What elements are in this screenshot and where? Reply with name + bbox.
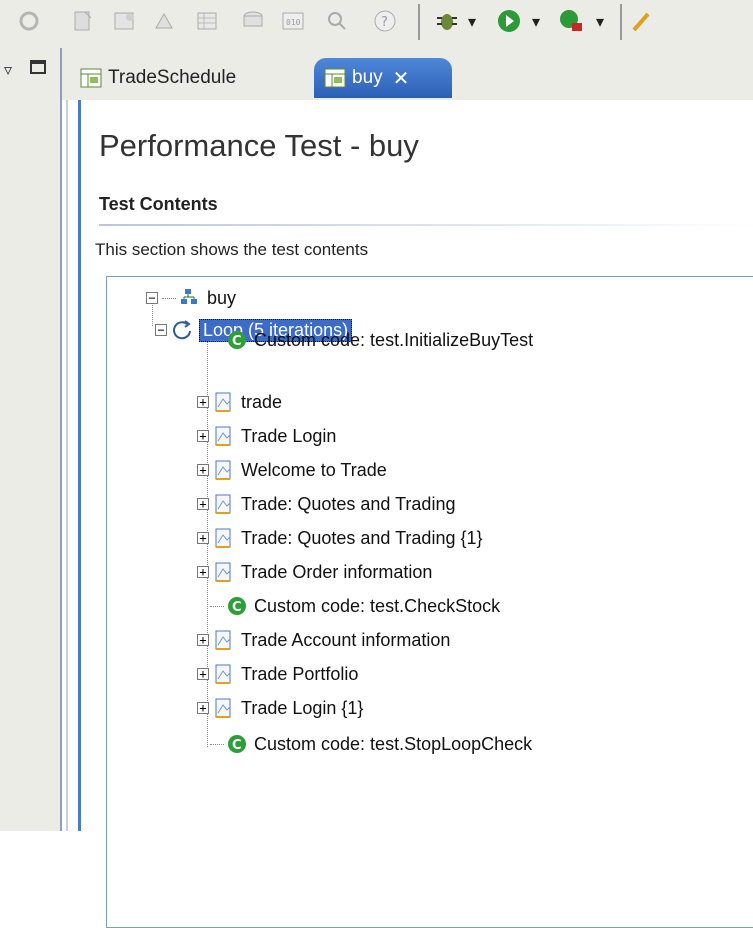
expand-icon[interactable]: + (197, 634, 209, 646)
tree-item-label: Trade: Quotes and Trading (241, 493, 456, 514)
page-icon (215, 494, 231, 514)
svg-text:C: C (232, 738, 242, 753)
run-icon[interactable] (496, 8, 522, 34)
tab-label: TradeSchedule (108, 67, 237, 88)
expand-icon[interactable]: + (197, 702, 209, 714)
tree-item-label: Trade: Quotes and Trading {1} (241, 527, 483, 548)
tree-connector (210, 605, 224, 607)
schedule-icon[interactable] (152, 8, 178, 34)
help-icon[interactable]: ? (372, 8, 398, 34)
close-icon[interactable]: ✕ (393, 66, 410, 90)
custom-code-icon: C (228, 331, 246, 349)
schedule-file-icon (80, 68, 102, 88)
tree-item-page[interactable]: + Trade Portfolio (197, 660, 358, 688)
loop-icon (173, 320, 191, 340)
pencil-icon[interactable] (630, 8, 656, 34)
page-icon (215, 426, 231, 446)
tree-item-custom-code[interactable]: C Custom code: test.InitializeBuyTest (210, 326, 533, 354)
view-border (66, 48, 68, 831)
tree-item-page[interactable]: + Trade Login {1} (197, 694, 363, 722)
svg-text:010: 010 (286, 18, 301, 27)
tree-item-label: Custom code: test.InitializeBuyTest (254, 329, 534, 350)
refresh-icon[interactable] (16, 8, 42, 34)
tree-item-label: Trade Portfolio (241, 663, 359, 684)
tree-item-label: Trade Login {1} (241, 697, 364, 718)
toolbar-separator (418, 4, 420, 40)
section-divider (99, 224, 753, 226)
tree-item-page[interactable]: + Trade Login (197, 422, 336, 450)
tree-item-page[interactable]: + Trade Order information (197, 558, 432, 586)
tree-item-page[interactable]: + Trade: Quotes and Trading {1} (197, 524, 483, 552)
page-icon (215, 630, 231, 650)
editor-area: Performance Test - buy Test Contents Thi… (78, 100, 753, 928)
tab-label: buy (352, 67, 383, 88)
editor-tab-row: TradeSchedule buy ✕ (62, 48, 753, 100)
view-border (60, 48, 62, 831)
tree-item-page[interactable]: + trade (197, 388, 282, 416)
tree-connector (210, 339, 224, 341)
section-description: This section shows the test contents (95, 240, 369, 259)
tree-item-label: Custom code: test.StopLoopCheck (254, 733, 533, 754)
test-file-icon (324, 68, 346, 88)
expand-icon[interactable]: + (197, 566, 209, 578)
tree-item-custom-code[interactable]: C Custom code: test.CheckStock (210, 592, 500, 620)
expand-icon[interactable]: + (197, 464, 209, 476)
tree-item-page[interactable]: + Welcome to Trade (197, 456, 387, 484)
tree-item-label: trade (241, 391, 283, 412)
main-toolbar: 010 ? ▾ ▾ ▾ (0, 0, 753, 49)
custom-code-icon: C (228, 735, 246, 753)
run-external-icon[interactable] (558, 8, 584, 34)
view-menu-icon[interactable]: ▿ (4, 60, 12, 79)
tree-item-label: Trade Login (241, 425, 337, 446)
page-icon (215, 460, 231, 480)
page-icon (215, 664, 231, 684)
performance-test-icon (181, 289, 197, 304)
svg-text:C: C (232, 600, 242, 615)
table-icon[interactable] (194, 8, 220, 34)
expand-icon[interactable]: + (197, 532, 209, 544)
collapse-icon[interactable]: − (155, 324, 167, 336)
svg-text:C: C (232, 334, 242, 349)
tree-item-label: Trade Order information (241, 561, 433, 582)
add-test-icon[interactable] (112, 8, 138, 34)
custom-code-icon: C (228, 597, 246, 615)
expand-icon[interactable]: + (197, 430, 209, 442)
maximize-icon[interactable] (30, 60, 46, 74)
tree-node-label: buy (207, 287, 237, 308)
tree-item-page[interactable]: + Trade: Quotes and Trading (197, 490, 455, 518)
new-wizard-icon[interactable] (70, 8, 96, 34)
tree-node-root[interactable]: − buy (146, 284, 236, 312)
expand-icon[interactable]: + (197, 498, 209, 510)
toolbar-separator (620, 4, 622, 40)
tree-item-label: Welcome to Trade (241, 459, 387, 480)
tree-connector (210, 743, 224, 745)
page-icon (215, 562, 231, 582)
debug-icon[interactable] (434, 8, 460, 34)
page-icon (215, 392, 231, 412)
tree-item-page[interactable]: + Trade Account information (197, 626, 450, 654)
binary-icon[interactable]: 010 (280, 8, 306, 34)
tree-item-custom-code[interactable]: C Custom code: test.StopLoopCheck (210, 730, 532, 758)
datapool-icon[interactable] (240, 8, 266, 34)
tab-buy[interactable]: buy ✕ (314, 58, 452, 98)
section-title: Test Contents (99, 194, 218, 214)
tree-item-label: Trade Account information (241, 629, 451, 650)
chevron-down-icon[interactable]: ▾ (532, 12, 540, 31)
left-view-strip (0, 48, 62, 831)
page-icon (215, 528, 231, 548)
svg-text:?: ? (381, 15, 388, 30)
search-icon[interactable] (324, 8, 350, 34)
tree-connector (162, 297, 176, 299)
expand-icon[interactable]: + (197, 396, 209, 408)
tab-trade-schedule[interactable]: TradeSchedule (80, 58, 236, 98)
expand-icon[interactable]: + (197, 668, 209, 680)
page-title: Performance Test - buy (99, 128, 419, 163)
page-icon (215, 698, 231, 718)
collapse-icon[interactable]: − (146, 292, 158, 304)
tree-item-label: Custom code: test.CheckStock (254, 595, 501, 616)
chevron-down-icon[interactable]: ▾ (468, 12, 476, 31)
chevron-down-icon[interactable]: ▾ (596, 12, 604, 31)
